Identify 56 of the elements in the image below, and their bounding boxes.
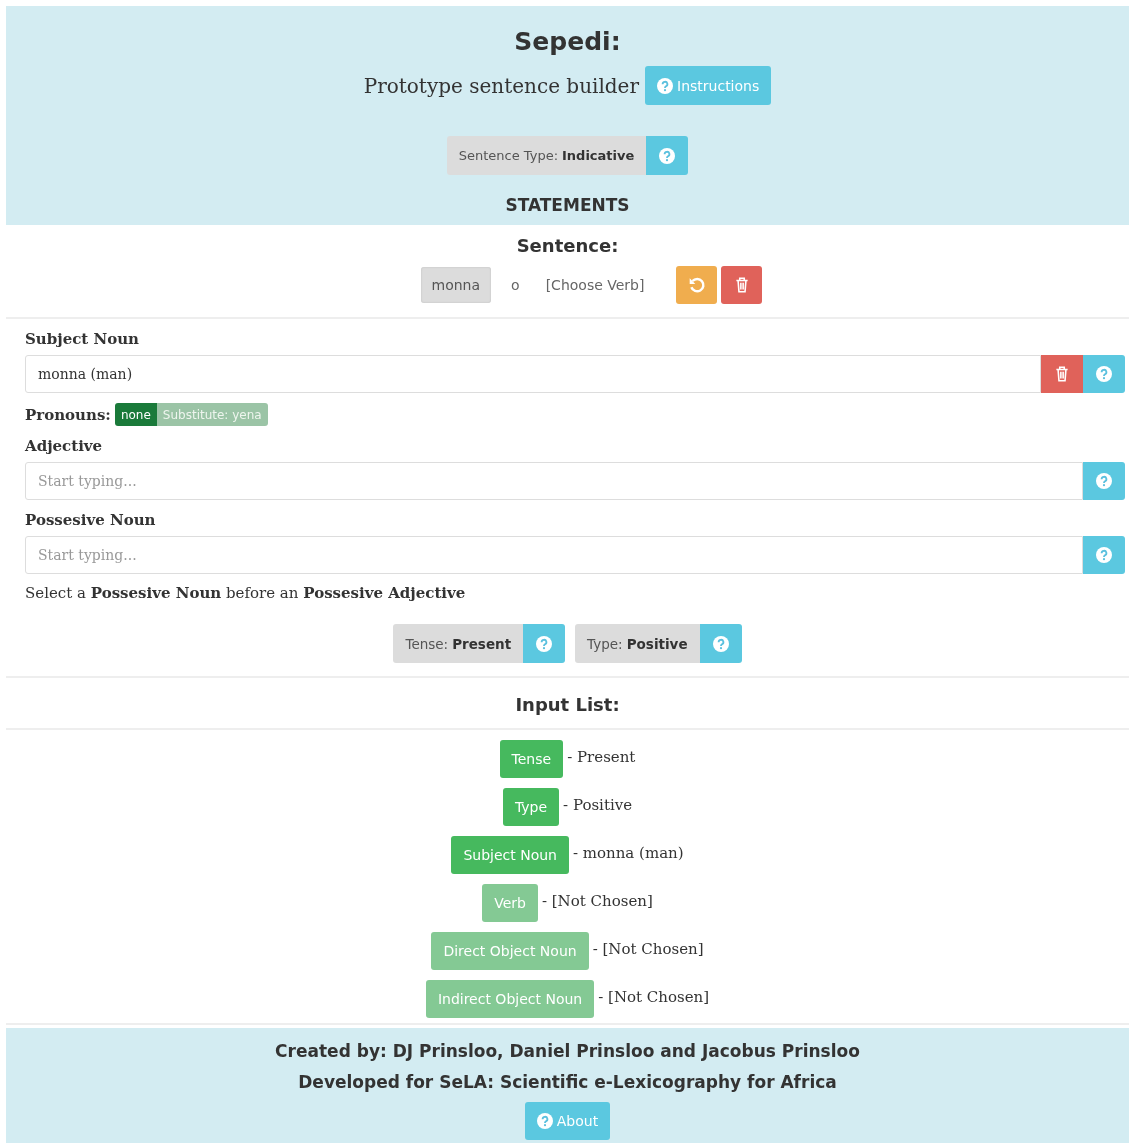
help-icon — [536, 635, 553, 652]
sentence-word: [Choose Verb] — [545, 277, 645, 293]
help-icon — [712, 635, 729, 652]
help-icon — [1096, 473, 1112, 489]
input-tag[interactable]: Type — [502, 788, 560, 826]
input-tag[interactable]: Direct Object Noun — [431, 932, 589, 970]
input-tag[interactable]: Tense — [499, 740, 564, 778]
help-icon — [659, 147, 676, 164]
footer-text: Developed for SeLA: Scientific e-Lexicography for Africa — [298, 1071, 837, 1094]
input-value: - [Not Chosen] — [598, 987, 710, 1006]
input-value: - [Not Chosen] — [592, 939, 704, 958]
input-value: - Positive — [563, 795, 633, 814]
sentence-type-dropdown[interactable]: Sentence Type: Indicative — [446, 136, 647, 175]
help-button[interactable] — [1083, 355, 1125, 393]
help-button[interactable] — [1083, 536, 1125, 574]
page-title: Sepedi: — [514, 26, 621, 58]
pronoun-option[interactable]: none — [114, 403, 157, 426]
input-field[interactable]: monna (man) — [25, 355, 1041, 393]
subtitle: Prototype sentence builder — [363, 73, 639, 98]
input-tag[interactable]: Indirect Object Noun — [425, 980, 595, 1018]
help-button[interactable] — [1083, 462, 1125, 500]
input-tag[interactable]: Verb — [482, 884, 538, 922]
pronoun-option[interactable]: Substitute: yena — [156, 403, 268, 426]
help-button[interactable] — [523, 624, 566, 663]
help-icon — [1096, 547, 1112, 563]
delete-button[interactable] — [1041, 355, 1083, 393]
field-label: Subject Noun — [25, 329, 140, 349]
sentence-heading: Sentence: — [515, 235, 620, 256]
section-heading: STATEMENTS — [505, 195, 630, 215]
instructions-button[interactable]: Instructions — [645, 66, 772, 105]
field-label: Adjective — [25, 436, 104, 456]
about-button[interactable]: About — [524, 1102, 611, 1140]
pronouns-label: Pronouns: — [25, 404, 111, 425]
hint-text: Select a Possesive Noun before an Possesive Adjective — [25, 584, 467, 602]
input-list-heading: Input List: — [514, 694, 621, 715]
selector-dropdown[interactable]: Type: Positive — [575, 624, 700, 663]
selector-dropdown[interactable]: Tense: Present — [393, 624, 524, 663]
undo-button[interactable] — [676, 266, 718, 304]
input-value: - [Not Chosen] — [541, 891, 653, 910]
footer-text: Created by: DJ Prinsloo, Daniel Prinsloo and Jacobus Prinsloo — [275, 1040, 860, 1063]
help-icon — [1096, 366, 1112, 382]
sentence-word[interactable]: monna — [420, 267, 492, 303]
help-icon — [657, 77, 673, 94]
trash-icon — [1053, 365, 1071, 383]
input-value: - Present — [567, 747, 636, 766]
delete-button[interactable] — [721, 266, 763, 304]
help-icon — [536, 1113, 553, 1129]
help-button[interactable] — [699, 624, 742, 663]
input-value: - monna (man) — [572, 843, 684, 862]
input-field[interactable]: Start typing... — [25, 462, 1083, 500]
sentence-word: o — [511, 277, 520, 293]
input-field[interactable]: Start typing... — [25, 536, 1083, 574]
undo-icon — [687, 276, 706, 294]
help-button[interactable] — [646, 136, 689, 175]
field-label: Possesive Noun — [25, 510, 157, 530]
input-tag[interactable]: Subject Noun — [451, 836, 569, 874]
